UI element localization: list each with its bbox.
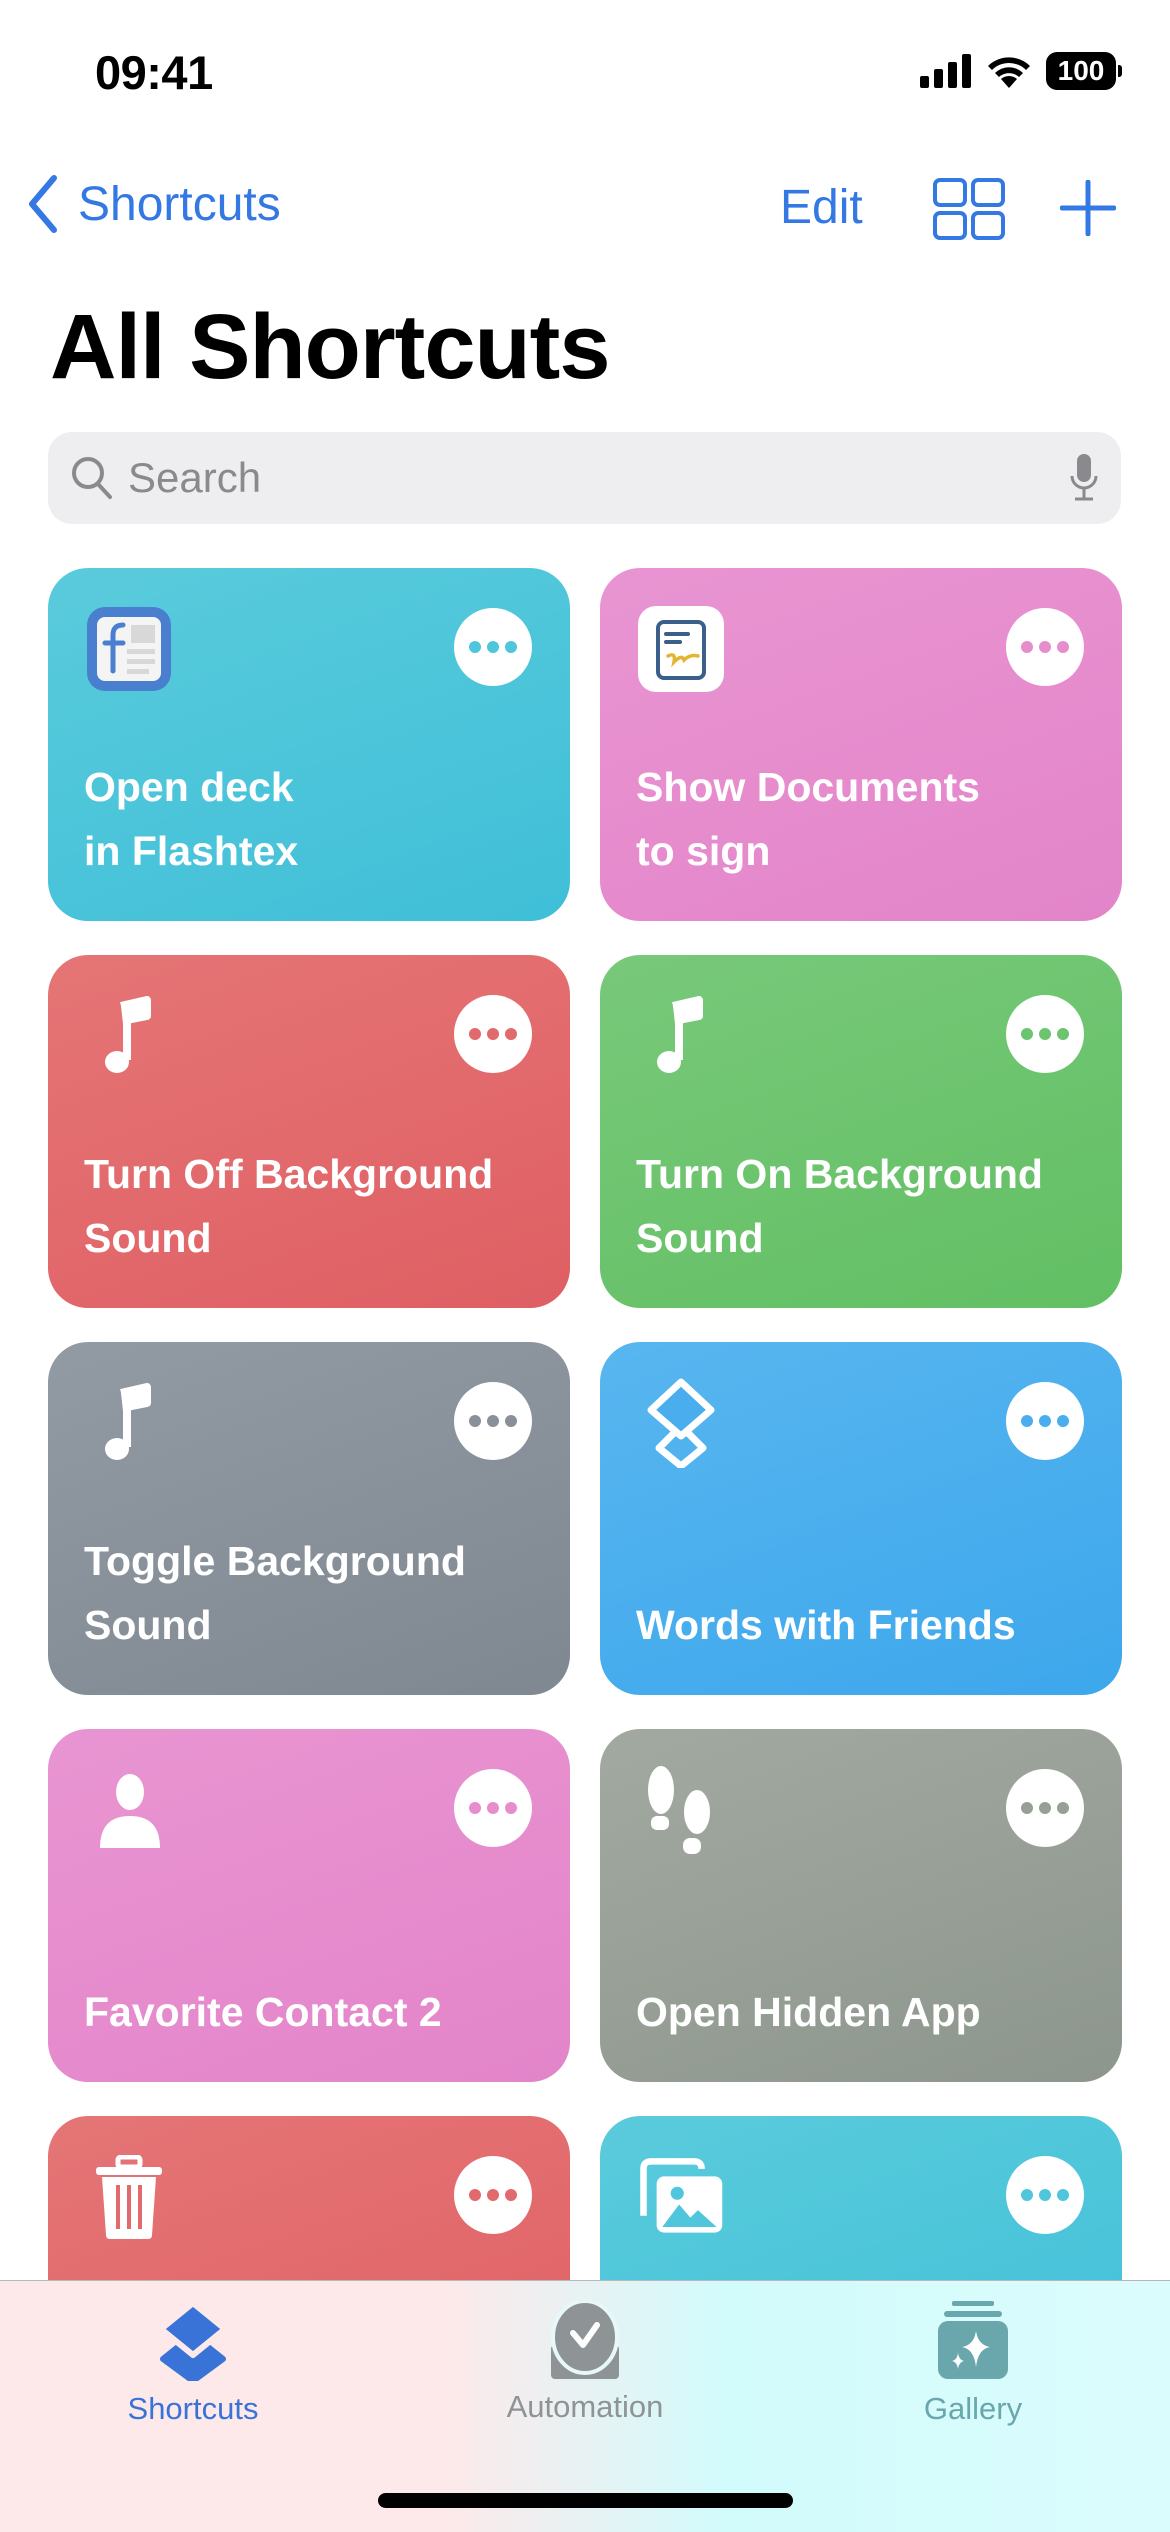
tab-label: Gallery	[923, 2391, 1023, 2426]
shortcut-card[interactable]: Open deck in Flashtex	[48, 568, 570, 921]
tab-label: Shortcuts	[127, 2391, 259, 2426]
music-note-icon	[84, 1378, 174, 1468]
microphone-icon[interactable]	[1069, 454, 1099, 502]
document-sign-app-icon	[636, 604, 726, 694]
more-options-button[interactable]	[1006, 608, 1084, 686]
navigation-bar: Shortcuts Edit	[0, 170, 1170, 250]
page-title: All Shortcuts	[50, 296, 610, 398]
more-options-button[interactable]	[454, 2156, 532, 2234]
more-options-button[interactable]	[1006, 1769, 1084, 1847]
shortcuts-layers-icon	[636, 1378, 726, 1468]
edit-button[interactable]: Edit	[780, 180, 863, 235]
grid-view-button[interactable]	[933, 178, 1005, 245]
tab-shortcuts[interactable]: Shortcuts	[93, 2301, 293, 2427]
photos-icon	[636, 2152, 726, 2242]
trash-icon	[84, 2152, 174, 2242]
music-note-icon	[636, 991, 726, 1081]
more-options-button[interactable]	[454, 1769, 532, 1847]
status-bar: 09:41 100	[0, 0, 1170, 150]
search-input[interactable]	[128, 454, 1069, 502]
grid-icon	[933, 178, 1005, 240]
search-bar[interactable]	[48, 432, 1121, 524]
shortcuts-tab-icon	[158, 2301, 228, 2381]
tab-gallery[interactable]: Gallery	[873, 2301, 1073, 2427]
shortcut-title: Words with Friends	[636, 1602, 1016, 1648]
more-options-button[interactable]	[454, 995, 532, 1073]
shortcuts-grid: Open deck in Flashtex Show Documents to …	[48, 568, 1122, 2469]
shortcut-card[interactable]: Toggle Background Sound	[48, 1342, 570, 1695]
shortcut-title: Open deck in Flashtex	[84, 764, 299, 874]
shortcut-card[interactable]: Words with Friends	[600, 1342, 1122, 1695]
shortcut-card[interactable]: Open Hidden App	[600, 1729, 1122, 2082]
back-button-label: Shortcuts	[78, 177, 281, 231]
shortcut-title: Turn On Background Sound	[636, 1151, 1043, 1261]
music-note-icon	[84, 991, 174, 1081]
cellular-signal-icon	[920, 54, 971, 88]
tab-automation[interactable]: Automation	[485, 2301, 685, 2425]
home-indicator[interactable]	[378, 2493, 793, 2508]
shortcut-title: Favorite Contact 2	[84, 1989, 442, 2035]
more-options-button[interactable]	[1006, 2156, 1084, 2234]
status-icons: 100	[920, 52, 1122, 90]
plus-icon	[1059, 179, 1117, 237]
more-options-button[interactable]	[454, 1382, 532, 1460]
more-options-button[interactable]	[454, 608, 532, 686]
shortcut-title: Toggle Background Sound	[84, 1538, 466, 1648]
shortcut-card[interactable]: Turn Off Background Sound	[48, 955, 570, 1308]
automation-clock-icon	[551, 2301, 619, 2379]
battery-indicator: 100	[1046, 52, 1122, 90]
person-icon	[84, 1765, 174, 1855]
back-button[interactable]: Shortcuts	[26, 174, 281, 234]
status-time: 09:41	[95, 46, 213, 99]
search-icon	[72, 457, 112, 499]
shortcut-title: Turn Off Background Sound	[84, 1151, 494, 1261]
shortcut-title: Show Documents to sign	[636, 764, 980, 874]
flashtex-app-icon	[84, 604, 174, 694]
shortcut-title: Open Hidden App	[636, 1989, 981, 2035]
more-options-button[interactable]	[1006, 995, 1084, 1073]
chevron-left-icon	[29, 175, 57, 233]
wifi-icon	[988, 57, 1030, 88]
add-shortcut-button[interactable]	[1059, 179, 1117, 241]
shortcut-card[interactable]: Favorite Contact 2	[48, 1729, 570, 2082]
gallery-stack-icon	[938, 2301, 1008, 2379]
more-options-button[interactable]	[1006, 1382, 1084, 1460]
tab-label: Automation	[506, 2389, 664, 2424]
shortcut-card[interactable]: Turn On Background Sound	[600, 955, 1122, 1308]
shortcut-card[interactable]: Show Documents to sign	[600, 568, 1122, 921]
footprints-icon	[636, 1765, 726, 1855]
